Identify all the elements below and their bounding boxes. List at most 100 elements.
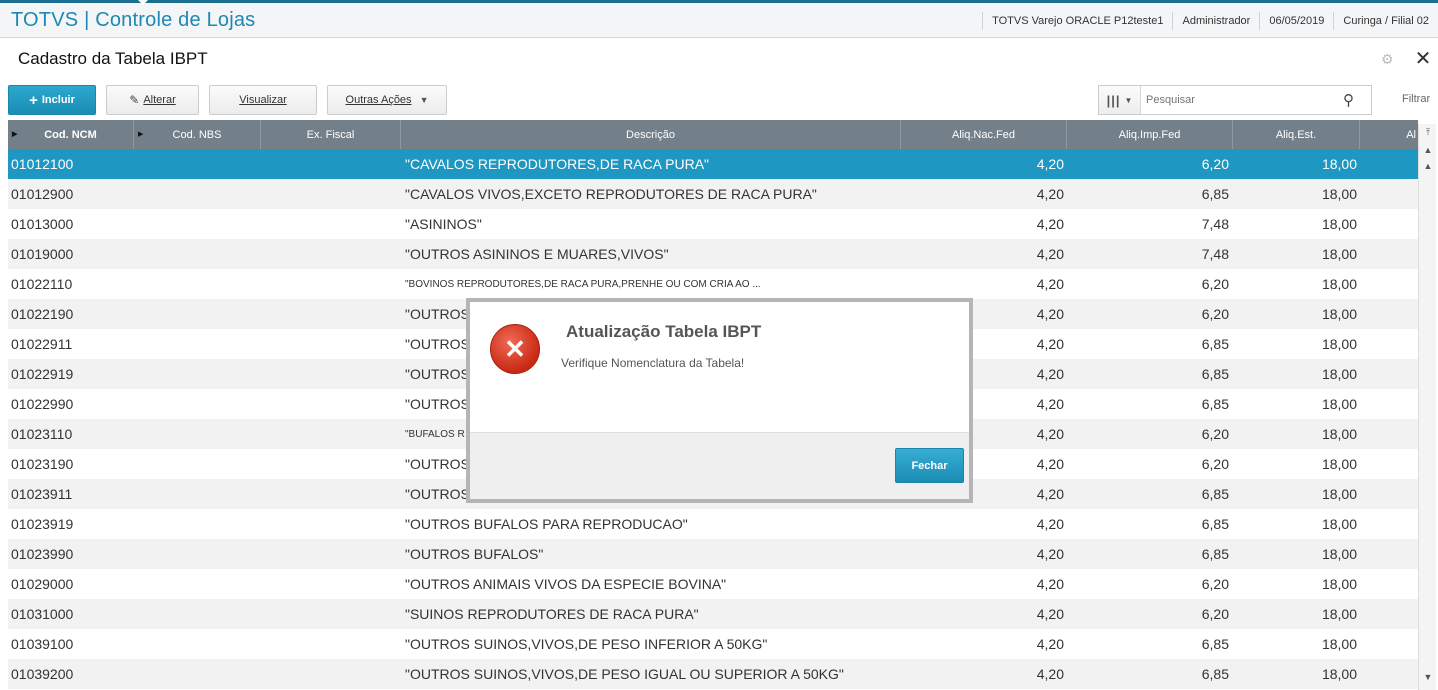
cell-aliq-nac-fed: 4,20 [1036,216,1064,232]
cell-cod-ncm: 01023190 [11,456,74,472]
incluir-button[interactable]: + Incluir [8,85,96,115]
scroll-up-icon[interactable]: ▲ [1422,144,1434,156]
column-header-label: Aliq.Est. [1275,128,1317,141]
dialog-body: ✕ Atualização Tabela IBPT Verifique Nome… [470,302,969,432]
column-header-label: Cod. NCM [44,128,97,141]
search-input[interactable] [1141,87,1341,113]
table-row[interactable]: 01013000 "ASININOS" 4,20 7,48 18,00 [8,209,1418,239]
cell-aliq-imp-fed: 6,20 [1201,606,1229,622]
cell-ex-fiscal [261,479,401,509]
cell-al [1360,299,1418,329]
scroll-down-icon[interactable]: ▼ [1422,671,1434,683]
gear-icon[interactable]: ⚙ [1381,52,1395,66]
cell-al [1360,329,1418,359]
cell-aliq-nac-fed: 4,20 [1036,546,1064,562]
cell-cod-nbs [134,389,261,419]
date-label[interactable]: 06/05/2019 [1259,12,1333,30]
column-header-al[interactable]: Al [1360,120,1418,149]
cell-al [1360,449,1418,479]
table-row[interactable]: 01012100 "CAVALOS REPRODUTORES,DE RACA PU… [8,149,1418,179]
cell-aliq-est: 18,00 [1321,666,1357,682]
column-selector-button[interactable]: ||| ▼ [1099,86,1141,114]
cell-cod-ncm: 01022911 [11,336,73,352]
column-header-aliq-est[interactable]: Aliq.Est. [1233,120,1360,149]
session-info: TOTVS Varejo ORACLE P12teste1 Administra… [982,6,1438,36]
column-header-descricao[interactable]: Descrição [401,120,901,149]
sort-arrow-icon: ▶ [12,131,18,138]
cell-descricao: "BOVINOS REPRODUTORES,DE RACA PURA,PRENH… [405,278,761,290]
cell-cod-nbs [134,599,261,629]
close-icon[interactable]: ✕ [1413,49,1433,69]
table-row[interactable]: 01012900 "CAVALOS VIVOS,EXCETO REPRODUTOR… [8,179,1418,209]
cell-descricao: "SUINOS REPRODUTORES DE RACA PURA" [405,606,699,622]
column-header-cod-ncm[interactable]: ▶ Cod. NCM [8,120,134,149]
user-label[interactable]: Administrador [1172,12,1259,30]
cell-aliq-est: 18,00 [1321,546,1357,562]
table-row[interactable]: 01039200 "OUTROS SUINOS,VIVOS,DE PESO IGU… [8,659,1418,689]
column-header-cod-nbs[interactable]: ▶ Cod. NBS [134,120,261,149]
cell-cod-nbs [134,239,261,269]
cell-aliq-imp-fed: 6,85 [1201,186,1229,202]
cell-cod-nbs [134,449,261,479]
column-header-label: Aliq.Nac.Fed [952,128,1015,141]
cell-cod-ncm: 01019000 [11,246,74,262]
cell-aliq-imp-fed: 6,20 [1201,456,1229,472]
error-icon: ✕ [490,324,540,374]
cell-descricao: "OUTROS SUINOS,VIVOS,DE PESO IGUAL OU SU… [405,666,844,682]
cell-cod-ncm: 01039100 [11,636,74,652]
outras-acoes-button[interactable]: Outras Ações ▼ [327,85,447,115]
plus-icon: + [29,91,38,109]
cell-aliq-est: 18,00 [1321,186,1357,202]
cell-cod-nbs [134,659,261,689]
cell-cod-ncm: 01023110 [11,426,73,442]
cell-aliq-est: 18,00 [1321,216,1357,232]
cell-ex-fiscal [261,329,401,359]
cell-aliq-nac-fed: 4,20 [1036,186,1064,202]
cell-cod-ncm: 01023911 [11,486,73,502]
vertical-scrollbar[interactable]: ⤒ ▲ ▲ ▼ [1418,124,1436,690]
table-row[interactable]: 01023990 "OUTROS BUFALOS" 4,20 6,85 18,00 [8,539,1418,569]
scroll-top-icon[interactable]: ⤒ [1422,126,1434,138]
alterar-button[interactable]: ✎ Alterar [106,85,199,115]
fechar-button[interactable]: Fechar [895,448,964,483]
search-box: ||| ▼ ⚲ [1098,85,1372,115]
table-row[interactable]: 01039100 "OUTROS SUINOS,VIVOS,DE PESO INF… [8,629,1418,659]
filtrar-link[interactable]: Filtrar [1402,93,1430,105]
cell-cod-nbs [134,329,261,359]
table-row[interactable]: 01023919 "OUTROS BUFALOS PARA REPRODUCAO"… [8,509,1418,539]
cell-aliq-imp-fed: 6,20 [1201,306,1229,322]
environment-label[interactable]: TOTVS Varejo ORACLE P12teste1 [982,12,1172,30]
search-icon[interactable]: ⚲ [1343,91,1354,109]
cell-aliq-imp-fed: 6,85 [1201,546,1229,562]
cell-cod-nbs [134,569,261,599]
cell-cod-nbs [134,269,261,299]
cell-cod-ncm: 01013000 [11,216,74,232]
cell-aliq-est: 18,00 [1321,516,1357,532]
cell-ex-fiscal [261,239,401,269]
cell-descricao: "OUTROS ASININOS E MUARES,VIVOS" [405,246,669,262]
cell-cod-nbs [134,419,261,449]
column-header-ex-fiscal[interactable]: Ex. Fiscal [261,120,401,149]
scroll-up-icon[interactable]: ▲ [1422,160,1434,172]
dialog-title: Atualização Tabela IBPT [566,322,762,341]
table-row[interactable]: 01022110 "BOVINOS REPRODUTORES,DE RACA PU… [8,269,1418,299]
cell-aliq-imp-fed: 6,20 [1201,276,1229,292]
branch-label[interactable]: Curinga / Filial 02 [1333,12,1438,30]
visualizar-button[interactable]: Visualizar [209,85,317,115]
cell-aliq-est: 18,00 [1321,396,1357,412]
cell-ex-fiscal [261,299,401,329]
table-row[interactable]: 01031000 "SUINOS REPRODUTORES DE RACA PUR… [8,599,1418,629]
outras-acoes-label: Outras Ações [345,94,412,106]
cell-aliq-est: 18,00 [1321,486,1357,502]
cell-ex-fiscal [261,179,401,209]
cell-al [1360,389,1418,419]
cell-aliq-est: 18,00 [1321,306,1357,322]
table-row[interactable]: 01029000 "OUTROS ANIMAIS VIVOS DA ESPECIE… [8,569,1418,599]
cell-cod-ncm: 01022990 [11,396,74,412]
cell-aliq-imp-fed: 6,85 [1201,516,1229,532]
table-row[interactable]: 01019000 "OUTROS ASININOS E MUARES,VIVOS"… [8,239,1418,269]
cell-ex-fiscal [261,539,401,569]
column-header-aliq-nac-fed[interactable]: Aliq.Nac.Fed [901,120,1067,149]
column-header-aliq-imp-fed[interactable]: Aliq.Imp.Fed [1067,120,1233,149]
grid-header: ▶ Cod. NCM ▶ Cod. NBS Ex. Fiscal Descriç… [8,120,1418,149]
